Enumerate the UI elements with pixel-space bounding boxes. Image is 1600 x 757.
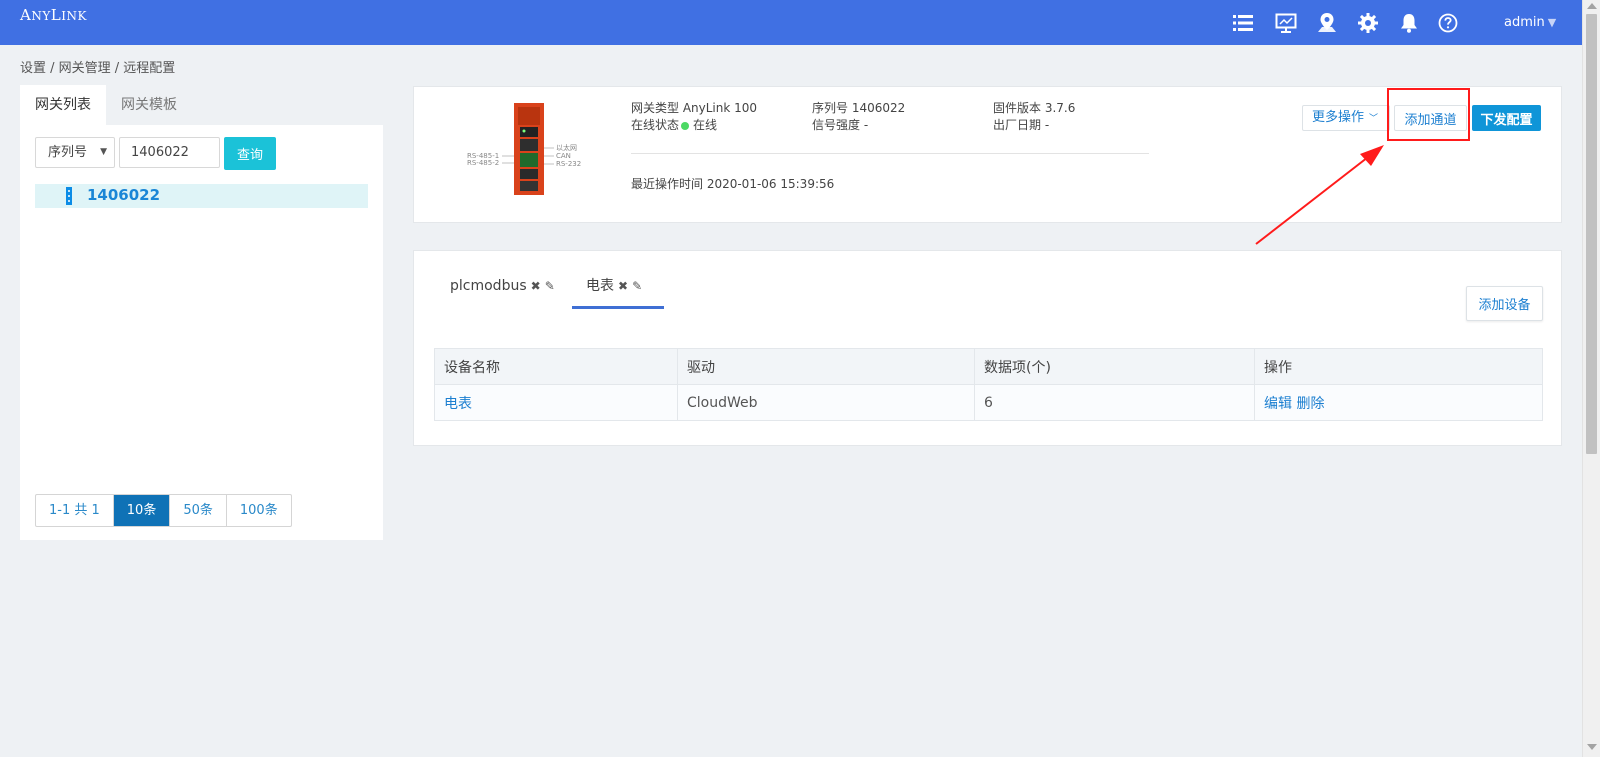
pager-summary: 1-1 共 1 [36,495,114,526]
close-icon[interactable]: ✖ [531,279,541,293]
gateway-list-item[interactable]: 1406022 [35,184,368,208]
chevron-down-icon: ▼ [1547,16,1557,29]
page-size-10[interactable]: 10条 [113,495,171,526]
logo[interactable]: ANYLINK [20,6,87,24]
channel-card: plcmodbus ✖ ✎ 电表 ✖ ✎ 添加设备 设备名称 驱动 数据项(个) 操作 … [413,250,1562,446]
gear-icon[interactable] [1357,12,1379,34]
channel-tab-label: 电表 [586,278,614,294]
scroll-down-icon[interactable] [1587,744,1597,750]
query-button[interactable]: 查询 [224,137,276,170]
port-label: RS-485-2 [467,159,499,167]
add-device-button[interactable]: 添加设备 [1466,286,1543,321]
table-header-row: 设备名称 驱动 数据项(个) 操作 [434,348,1543,385]
more-actions-label: 更多操作 [1312,110,1365,125]
device-driver: CloudWeb [677,384,975,421]
port-label: RS-232 [556,160,581,168]
online-status-value: 在线 [693,118,718,132]
panel-tabs: 网关列表 网关模板 [20,85,383,125]
tab-channel-plcmodbus[interactable]: plcmodbus ✖ ✎ [436,271,569,309]
row-actions: 编辑 删除 [1254,384,1543,421]
monitor-icon[interactable] [1275,12,1297,34]
channel-tab-label: plcmodbus [450,278,527,294]
user-menu[interactable]: admin ▼ [1504,15,1556,30]
port-label: 以太网 [556,143,577,152]
online-status-label: 在线状态 [631,118,680,132]
caret-down-icon: ▼ [100,147,107,157]
pagination: 1-1 共 1 10条 50条 100条 [35,494,292,527]
column-header: 驱动 [677,348,975,385]
gateway-list-panel: 网关列表 网关模板 序列号 ▼ 查询 1406022 1-1 共 1 10条 50… [20,85,383,540]
username: admin [1504,15,1545,30]
device-item-count: 6 [974,384,1255,421]
breadcrumb: 设置 / 网关管理 / 远程配置 [20,61,176,76]
delete-link[interactable]: 删除 [1296,396,1324,412]
serial-search-input[interactable] [119,137,220,168]
map-pin-icon[interactable] [1316,12,1338,34]
scroll-thumb[interactable] [1586,14,1597,454]
edit-icon[interactable]: ✎ [545,279,555,293]
annotation-highlight-box [1387,88,1470,141]
push-config-button[interactable]: 下发配置 [1472,105,1541,131]
page-size-50[interactable]: 50条 [170,495,227,526]
tab-gateway-list[interactable]: 网关列表 [20,85,106,125]
column-header: 操作 [1254,348,1543,385]
chevron-down-icon: ﹀ [1369,114,1379,124]
online-dot-icon [681,121,690,130]
vertical-scrollbar[interactable] [1582,0,1600,757]
gateway-serial: 1406022 [87,186,161,204]
serial-number: 序列号 1406022 [812,101,906,115]
edit-icon[interactable]: ✎ [632,279,642,293]
scroll-up-icon[interactable] [1587,3,1597,9]
drag-handle-icon [66,187,72,205]
column-header: 数据项(个) [974,348,1255,385]
gateway-device-image: 以太网 CAN RS-232 RS-485-1 RS-485-2 [467,103,581,195]
list-icon[interactable] [1232,12,1254,34]
close-icon[interactable]: ✖ [618,279,628,293]
online-status: 在线状态 在线 [631,116,717,133]
device-table: 设备名称 驱动 数据项(个) 操作 电表 CloudWeb 6 编辑 删除 [434,348,1543,421]
filter-select-value: 序列号 [48,145,88,160]
annotation-arrow [1255,145,1384,245]
more-actions-dropdown[interactable]: 更多操作 ﹀ [1302,105,1390,131]
tab-gateway-template[interactable]: 网关模板 [106,85,192,125]
tab-channel-meter[interactable]: 电表 ✖ ✎ [572,271,664,309]
firmware-version: 固件版本 3.7.6 [993,101,1076,115]
edit-link[interactable]: 编辑 [1264,396,1292,412]
filter-select[interactable]: 序列号 ▼ [35,137,115,168]
factory-date: 出厂日期 - [993,118,1050,132]
column-header: 设备名称 [434,348,678,385]
device-name-link[interactable]: 电表 [434,384,678,421]
bell-icon[interactable] [1398,12,1420,34]
top-navbar: ANYLINK admin ▼ [0,0,1582,45]
divider [631,153,1149,154]
last-operation-time: 最近操作时间 2020-01-06 15:39:56 [631,177,835,191]
port-label: CAN [556,152,571,160]
table-row: 电表 CloudWeb 6 编辑 删除 [434,384,1543,421]
signal-strength: 信号强度 - [812,118,869,132]
page-size-100[interactable]: 100条 [227,495,291,526]
gateway-type: 网关类型 AnyLink 100 [631,101,758,115]
help-icon[interactable] [1437,12,1459,34]
